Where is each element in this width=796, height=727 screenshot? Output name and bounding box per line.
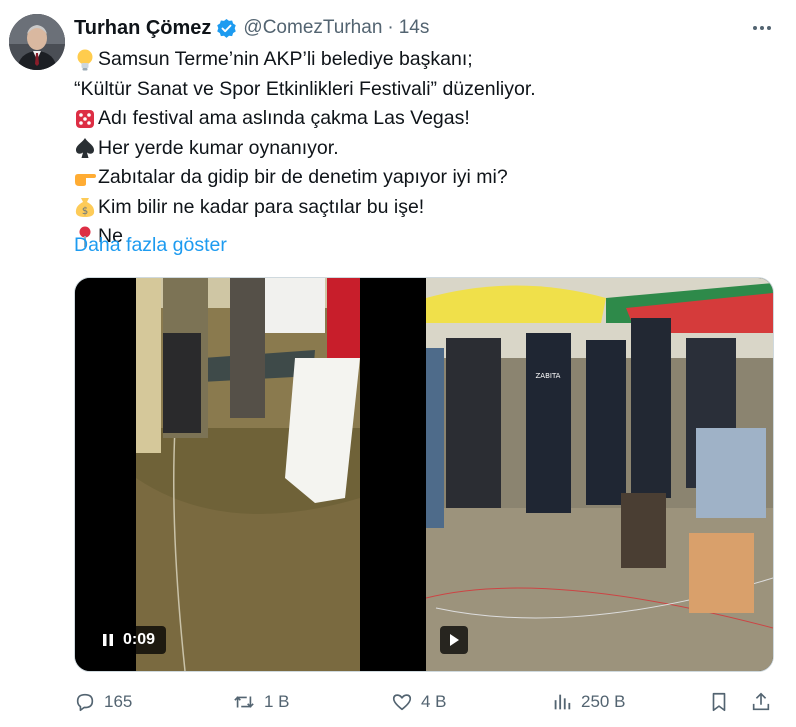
video-time: 0:09	[122, 631, 156, 648]
repost-count: 1 B	[264, 692, 290, 711]
tweet-line: $ Kim bilir ne kadar para saçtılar bu iş…	[74, 193, 774, 223]
like-button[interactable]: 4 B	[391, 682, 447, 722]
play-icon[interactable]	[447, 633, 461, 647]
tweet-line: “Kültür Sanat ve Spor Etkinlikleri Festi…	[74, 75, 774, 105]
more-options-icon[interactable]	[748, 16, 776, 40]
show-more-link[interactable]: Daha fazla göster	[74, 234, 227, 257]
svg-text:$: $	[82, 206, 88, 217]
money-bag-icon: $	[74, 195, 96, 219]
separator-dot: ·	[387, 17, 394, 38]
pause-icon[interactable]	[101, 633, 115, 647]
author-name[interactable]: Turhan Çömez	[74, 17, 211, 40]
tweet-line-text: Samsun Terme’nin AKP’li belediye başkanı…	[98, 48, 473, 70]
video-player-2[interactable]: ZABITA	[426, 278, 773, 671]
share-button[interactable]	[750, 682, 772, 722]
zabita-label: ZABITA	[536, 372, 561, 380]
dice-icon	[74, 107, 96, 131]
tweet-actions: 165 1 B 4 B 250 B	[0, 682, 796, 722]
tweet-line-text: “Kültür Sanat ve Spor Etkinlikleri Festi…	[74, 77, 536, 100]
pointing-hand-icon	[74, 166, 96, 190]
repost-button[interactable]: 1 B	[232, 682, 290, 722]
heart-icon[interactable]	[391, 691, 413, 713]
views-count: 250 B	[581, 692, 626, 711]
tweet-header: Turhan Çömez @ComezTurhan · 14s	[74, 16, 429, 40]
avatar[interactable]	[9, 14, 65, 70]
tweet-line: Zabıtalar da gidip bir de denetim yapıyo…	[74, 163, 774, 193]
bookmark-button[interactable]	[708, 682, 730, 722]
tweet-line-text: Zabıtalar da gidip bir de denetim yapıyo…	[98, 166, 508, 188]
spade-icon	[74, 136, 96, 160]
tweet-line-text: Adı festival ama aslında çakma Las Vegas…	[98, 107, 470, 129]
bookmark-icon[interactable]	[708, 691, 730, 713]
tweet-line: Samsun Terme’nin AKP’li belediye başkanı…	[74, 45, 774, 75]
verified-badge-icon	[216, 18, 237, 39]
media-grid: 0:09 ZABITA	[74, 277, 774, 672]
tweet-line: Her yerde kumar oynanıyor.	[74, 134, 774, 164]
tweet-line: Adı festival ama aslında çakma Las Vegas…	[74, 104, 774, 134]
reply-button[interactable]: 165	[74, 682, 132, 722]
views-button[interactable]: 250 B	[551, 682, 625, 722]
light-bulb-icon	[74, 48, 96, 72]
share-icon[interactable]	[750, 691, 772, 713]
repost-icon[interactable]	[232, 691, 256, 713]
tweet-text: Samsun Terme’nin AKP’li belediye başkanı…	[74, 45, 774, 252]
tweet-line-text: Kim bilir ne kadar para saçtılar bu işe!	[98, 195, 425, 218]
author-handle[interactable]: @ComezTurhan	[243, 17, 382, 39]
tweet-timestamp[interactable]: 14s	[399, 17, 430, 39]
views-chart-icon[interactable]	[551, 691, 573, 713]
video-time-badge[interactable]: 0:09	[90, 626, 166, 654]
reply-icon[interactable]	[74, 691, 96, 713]
video-player-1[interactable]: 0:09	[75, 278, 422, 671]
reply-count: 165	[104, 692, 133, 711]
tweet-line-text: Her yerde kumar oynanıyor.	[98, 136, 339, 159]
play-button[interactable]	[440, 626, 468, 654]
like-count: 4 B	[421, 692, 447, 711]
